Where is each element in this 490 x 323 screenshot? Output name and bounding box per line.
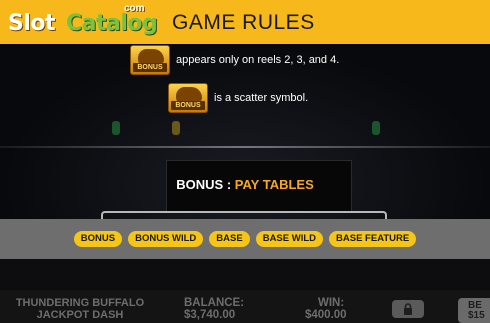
section-divider <box>0 146 490 148</box>
lock-button[interactable] <box>392 300 424 318</box>
section-title: BONUS : PAY TABLES <box>0 177 490 192</box>
paytable-tabs: BONUS BONUS WILD BASE BASE WILD BASE FEA… <box>0 231 490 247</box>
game-name-line2: JACKPOT DASH <box>36 309 124 321</box>
balance-value: $3,740.00 <box>184 309 236 321</box>
page-title: GAME RULES <box>172 11 315 34</box>
background-light <box>372 121 380 135</box>
rule-text-reels: appears only on reels 2, 3, and 4. <box>176 54 340 66</box>
background-light <box>112 121 120 135</box>
tab-base-feature[interactable]: BASE FEATURE <box>329 231 417 247</box>
rule-text-scatter: is a scatter symbol. <box>214 92 309 104</box>
win-label: WIN: <box>318 297 345 309</box>
rule-row-reels: BONUS appears only on reels 2, 3, and 4. <box>130 45 339 75</box>
bonus-icon-label: BONUS <box>171 101 205 110</box>
tab-bonus[interactable]: BONUS <box>73 231 123 247</box>
header-bar: Slot Catalog com GAME RULES <box>0 0 490 44</box>
tab-base[interactable]: BASE <box>209 231 250 247</box>
game-rules-screen: Slot Catalog com GAME RULES BONUS appear… <box>0 0 490 323</box>
logo-text-com: com <box>124 3 145 14</box>
logo-text-slot: Slot <box>8 11 56 36</box>
tab-base-wild[interactable]: BASE WILD <box>255 231 324 247</box>
bet-value: $15 <box>468 310 485 321</box>
section-title-highlight: PAY TABLES <box>234 177 314 192</box>
win-value: $400.00 <box>305 309 347 321</box>
section-title-prefix: BONUS <box>176 177 224 192</box>
section-title-separator: : <box>223 177 235 192</box>
tab-bonus-wild[interactable]: BONUS WILD <box>128 231 204 247</box>
balance-label: BALANCE: <box>184 297 245 309</box>
background-light <box>172 121 180 135</box>
game-name-line1: THUNDERING BUFFALO <box>15 297 145 309</box>
bonus-buffalo-icon: BONUS <box>168 83 208 113</box>
lock-icon <box>404 303 412 315</box>
game-name: THUNDERING BUFFALO JACKPOT DASH <box>0 297 160 321</box>
bet-button[interactable]: BE $15 <box>458 298 490 323</box>
bonus-buffalo-icon: BONUS <box>130 45 170 75</box>
slotcatalog-logo: Slot Catalog com <box>6 3 158 41</box>
logo-text-catalog: Catalog <box>66 11 158 36</box>
bonus-icon-label: BONUS <box>133 63 167 72</box>
rule-row-scatter: BONUS is a scatter symbol. <box>168 83 308 113</box>
